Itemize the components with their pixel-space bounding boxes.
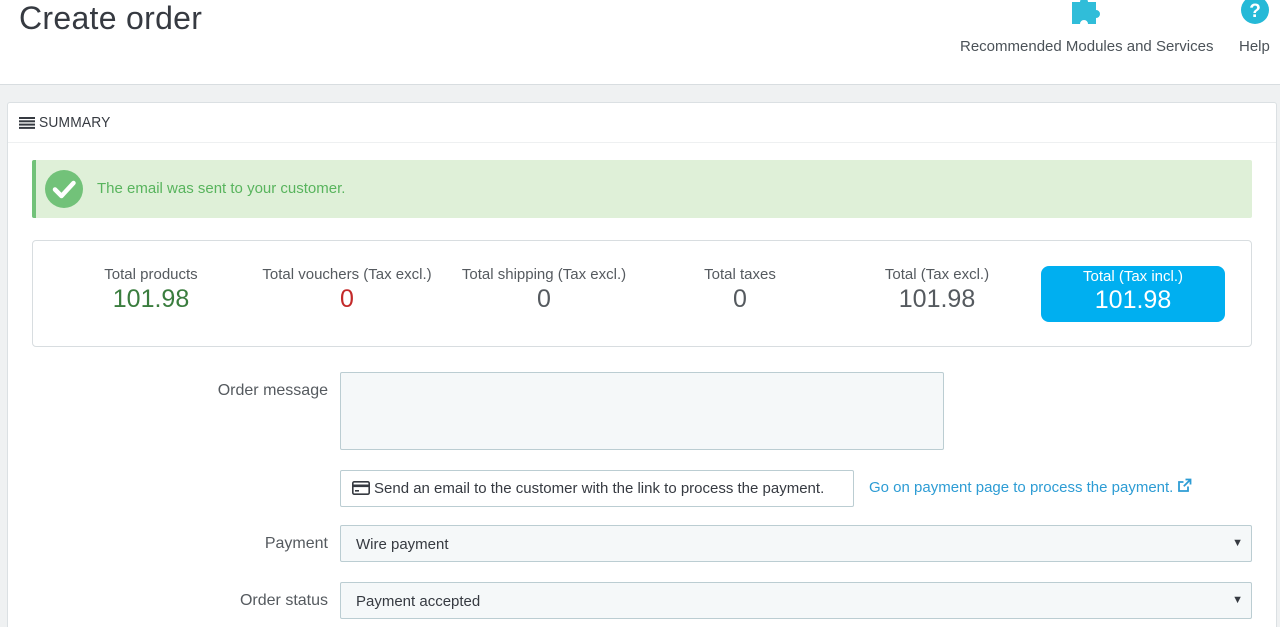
total-tax-incl-badge: Total (Tax incl.) 101.98 [1041,266,1225,322]
summary-panel: SUMMARY The email was sent to your custo… [7,102,1277,627]
check-circle-icon [45,170,83,213]
order-status-select[interactable]: Payment accepted ▼ [340,582,1252,619]
total-taxes-label: Total taxes [704,266,776,283]
help-button[interactable]: ? Help [1236,0,1276,60]
order-message-label: Order message [217,382,328,399]
total-shipping-value: 0 [537,285,551,313]
total-shipping-label: Total shipping (Tax excl.) [461,266,627,283]
total-tax-incl-value: 101.98 [1094,286,1172,314]
panel-heading: SUMMARY [8,103,1276,143]
caret-down-icon: ▼ [1232,594,1243,606]
payment-select[interactable]: Wire payment ▼ [340,525,1252,562]
list-icon [19,116,35,134]
page-header: Create order Recommended Modules and Ser… [0,0,1280,85]
order-message-textarea[interactable] [340,372,944,450]
total-shipping: Total shipping (Tax excl.) 0 [446,266,642,314]
send-email-label: Send an email to the customer with the l… [374,480,825,497]
total-tax-excl-value: 101.98 [898,285,976,313]
payment-page-link[interactable]: Go on payment page to process the paymen… [869,478,1192,497]
payment-select-value: Wire payment [356,536,449,553]
external-link-icon [1177,478,1192,497]
credit-card-icon [352,481,370,499]
payment-page-link-label: Go on payment page to process the paymen… [869,479,1174,496]
caret-down-icon: ▼ [1232,537,1243,549]
recommended-modules-label: Recommended Modules and Services [960,38,1214,55]
total-taxes-value: 0 [733,285,747,313]
total-vouchers: Total vouchers (Tax excl.) 0 [249,266,445,314]
send-email-button[interactable]: Send an email to the customer with the l… [340,470,854,507]
total-products-label: Total products [104,266,198,283]
svg-text:?: ? [1249,1,1261,22]
alert-message: The email was sent to your customer. [97,180,346,197]
total-products-value: 101.98 [112,285,190,313]
total-tax-incl-label: Total (Tax incl.) [1082,268,1184,285]
puzzle-icon [1070,0,1106,28]
totals-summary: Total products 101.98 Total vouchers (Ta… [32,240,1252,347]
help-label: Help [1239,38,1270,55]
panel-heading-label: SUMMARY [39,114,111,131]
page-title: Create order [19,0,203,36]
order-status-label: Order status [239,592,328,609]
order-status-select-value: Payment accepted [356,593,481,610]
total-products: Total products 101.98 [53,266,249,314]
total-vouchers-value: 0 [340,285,354,313]
success-alert: The email was sent to your customer. [32,160,1252,218]
total-taxes: Total taxes 0 [642,266,838,314]
question-circle-icon: ? [1240,0,1270,30]
payment-label: Payment [264,535,328,552]
total-tax-excl: Total (Tax excl.) 101.98 [839,266,1035,314]
total-vouchers-label: Total vouchers (Tax excl.) [262,266,432,283]
total-tax-excl-label: Total (Tax excl.) [884,266,990,283]
recommended-modules-button[interactable]: Recommended Modules and Services [960,0,1220,60]
